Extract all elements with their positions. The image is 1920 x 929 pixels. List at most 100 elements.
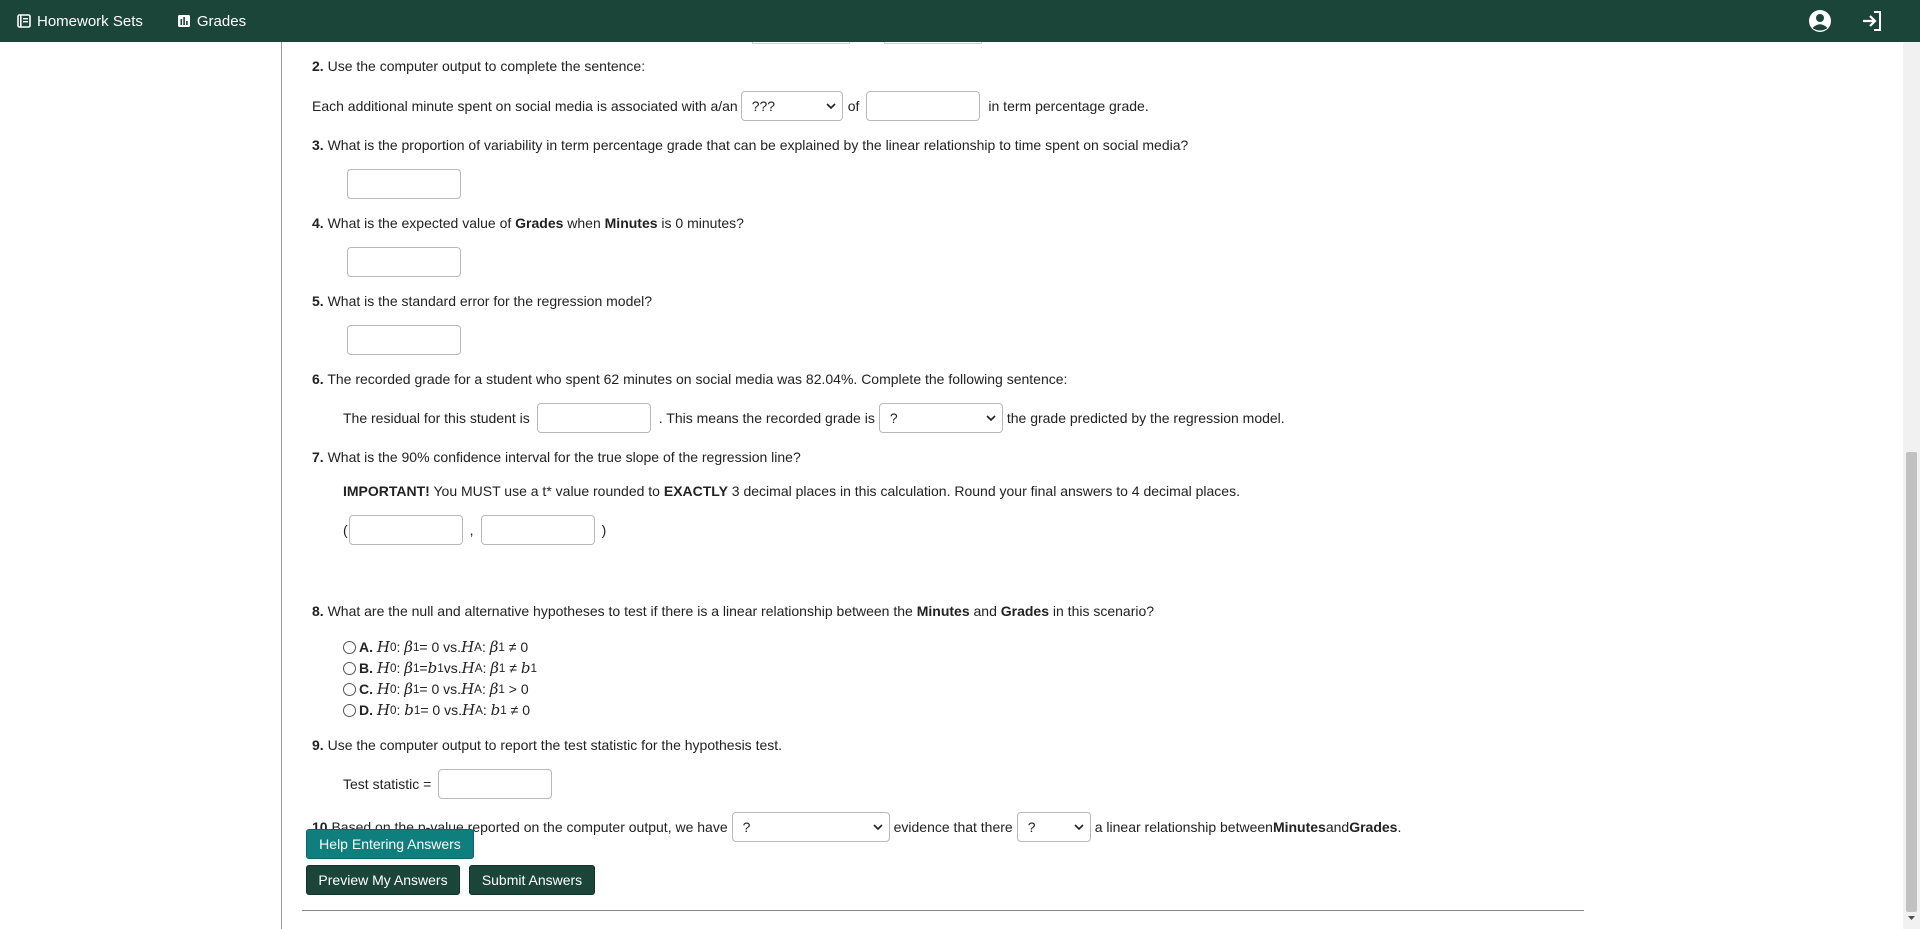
math-param: b xyxy=(404,701,414,719)
emphasis-text: EXACTLY xyxy=(663,483,728,499)
math-sub: 1 xyxy=(498,661,506,675)
sign-out-icon[interactable] xyxy=(1860,9,1884,33)
question-7: 7. What is the 90% confidence interval f… xyxy=(312,449,801,465)
radio-option-d[interactable] xyxy=(343,703,356,717)
test-statistic-input[interactable] xyxy=(438,769,553,799)
hypothesis-option-c[interactable]: C. H0: β1 = 0 vs. HA: β1 > 0 xyxy=(343,680,529,698)
cut-off-field xyxy=(884,42,982,44)
question-6-sentence: The residual for this student is . This … xyxy=(343,403,1285,433)
variable-name: Grades xyxy=(515,215,564,231)
sentence-text: of xyxy=(847,98,860,114)
question-10: 10. Based on the p-value reported on the… xyxy=(312,812,1401,842)
submit-answers-button[interactable]: Submit Answers xyxy=(469,865,595,895)
evidence-select[interactable]: ? xyxy=(731,812,890,842)
question-4: 4. What is the expected value of Grades … xyxy=(312,215,744,231)
standard-error-input[interactable] xyxy=(347,325,461,355)
scroll-down-arrow-icon[interactable] xyxy=(1906,913,1917,923)
button-label: Help Entering Answers xyxy=(319,836,461,852)
paren-close: ) xyxy=(601,522,607,538)
select-value: ? xyxy=(889,410,898,426)
nav-homework-sets[interactable]: Homework Sets xyxy=(17,13,143,30)
question-number: 8. xyxy=(312,603,324,619)
math-rel: = 0 vs. xyxy=(419,639,462,655)
math-sub: A xyxy=(475,703,483,717)
question-number: 3. xyxy=(312,137,324,153)
math-vs: vs. xyxy=(443,660,462,676)
option-letter: B xyxy=(359,660,370,676)
math-h: H xyxy=(376,680,390,698)
user-circle-icon[interactable] xyxy=(1808,9,1832,33)
math-param: β xyxy=(490,659,499,677)
preview-answers-button[interactable]: Preview My Answers xyxy=(306,865,460,895)
hypothesis-option-d[interactable]: D. H0: b1 = 0 vs. HA: b1 ≠ 0 xyxy=(343,701,530,719)
math-sub: 1 xyxy=(500,703,507,717)
question-2: 2. Use the computer output to complete t… xyxy=(312,58,645,74)
question-5: 5. What is the standard error for the re… xyxy=(312,293,652,309)
select-value: ? xyxy=(742,819,751,835)
chevron-down-icon xyxy=(986,415,996,422)
note-text: 3 decimal places in this calculation. Ro… xyxy=(727,483,1240,499)
test-statistic-label: Test statistic = xyxy=(343,776,432,792)
is-isnot-select[interactable]: ? xyxy=(1016,812,1091,842)
math-param: b xyxy=(427,659,438,677)
math-rel: = 0 vs. xyxy=(419,681,462,697)
chevron-down-icon xyxy=(873,824,883,831)
scrollbar-thumb[interactable] xyxy=(1906,452,1917,912)
intercept-input[interactable] xyxy=(347,247,461,277)
button-label: Preview My Answers xyxy=(318,872,448,888)
question-text: . xyxy=(1397,819,1402,835)
bar-chart-icon xyxy=(177,15,190,27)
sentence-text: the grade predicted by the regression mo… xyxy=(1006,410,1285,426)
select-value: ? xyxy=(1027,819,1036,835)
slope-input[interactable] xyxy=(866,91,981,121)
question-number: 4. xyxy=(312,215,324,231)
hypothesis-option-b[interactable]: B. H0: β1 = b1 vs. HA: β1 ≠ b1 xyxy=(343,659,537,677)
direction-select[interactable]: ??? xyxy=(740,91,843,121)
nav-homework-sets-label: Homework Sets xyxy=(37,12,143,30)
option-letter: A xyxy=(359,639,370,655)
nav-grades-label: Grades xyxy=(196,12,247,30)
math-param: β xyxy=(404,659,413,677)
question-number: 2. xyxy=(312,58,324,74)
question-text: is 0 minutes? xyxy=(657,215,744,231)
radio-option-c[interactable] xyxy=(343,682,356,696)
question-text: The recorded grade for a student who spe… xyxy=(323,371,1068,387)
sentence-text: The residual for this student is xyxy=(343,410,530,426)
question-8: 8. What are the null and alternative hyp… xyxy=(312,603,1154,619)
math-sub: A xyxy=(474,640,482,654)
residual-input[interactable] xyxy=(536,403,651,433)
math-sub: A xyxy=(474,661,483,675)
option-letter: C xyxy=(359,681,370,697)
math-val: 0 xyxy=(522,702,531,718)
variable-name: Grades xyxy=(1000,603,1049,619)
math-param: β xyxy=(404,638,413,656)
note-text: You MUST use a t* value rounded to xyxy=(429,483,664,499)
ci-lower-input[interactable] xyxy=(348,515,463,545)
radio-option-a[interactable] xyxy=(343,640,356,654)
hypothesis-option-a[interactable]: A. H0: β1 = 0 vs. HA: β1 ≠ 0 xyxy=(343,638,528,656)
math-sub: 1 xyxy=(498,682,505,696)
math-h: H xyxy=(461,638,475,656)
radio-option-b[interactable] xyxy=(343,661,356,675)
left-divider xyxy=(281,42,282,929)
ci-upper-input[interactable] xyxy=(480,515,595,545)
math-rel: ≠ xyxy=(510,702,519,718)
math-param: b xyxy=(490,701,501,719)
math-sub: 1 xyxy=(498,640,505,654)
nav-grades[interactable]: Grades xyxy=(177,13,246,30)
above-below-select[interactable]: ? xyxy=(878,403,1003,433)
variable-name: Minutes xyxy=(916,603,970,619)
r-squared-input[interactable] xyxy=(347,169,461,199)
math-h: H xyxy=(462,701,476,719)
math-param: β xyxy=(404,680,413,698)
math-param: β xyxy=(489,638,499,656)
question-number: 9. xyxy=(312,737,324,753)
math-val: 0 xyxy=(520,681,529,697)
question-text: What is the 90% confidence interval for … xyxy=(323,449,801,465)
math-rel: = xyxy=(419,660,428,676)
math-sub: 0 xyxy=(390,661,397,675)
help-entering-answers-button[interactable]: Help Entering Answers xyxy=(306,829,474,859)
math-val: 0 xyxy=(520,639,529,655)
question-text: What is the standard error for the regre… xyxy=(323,293,653,309)
option-letter: D xyxy=(359,702,370,718)
